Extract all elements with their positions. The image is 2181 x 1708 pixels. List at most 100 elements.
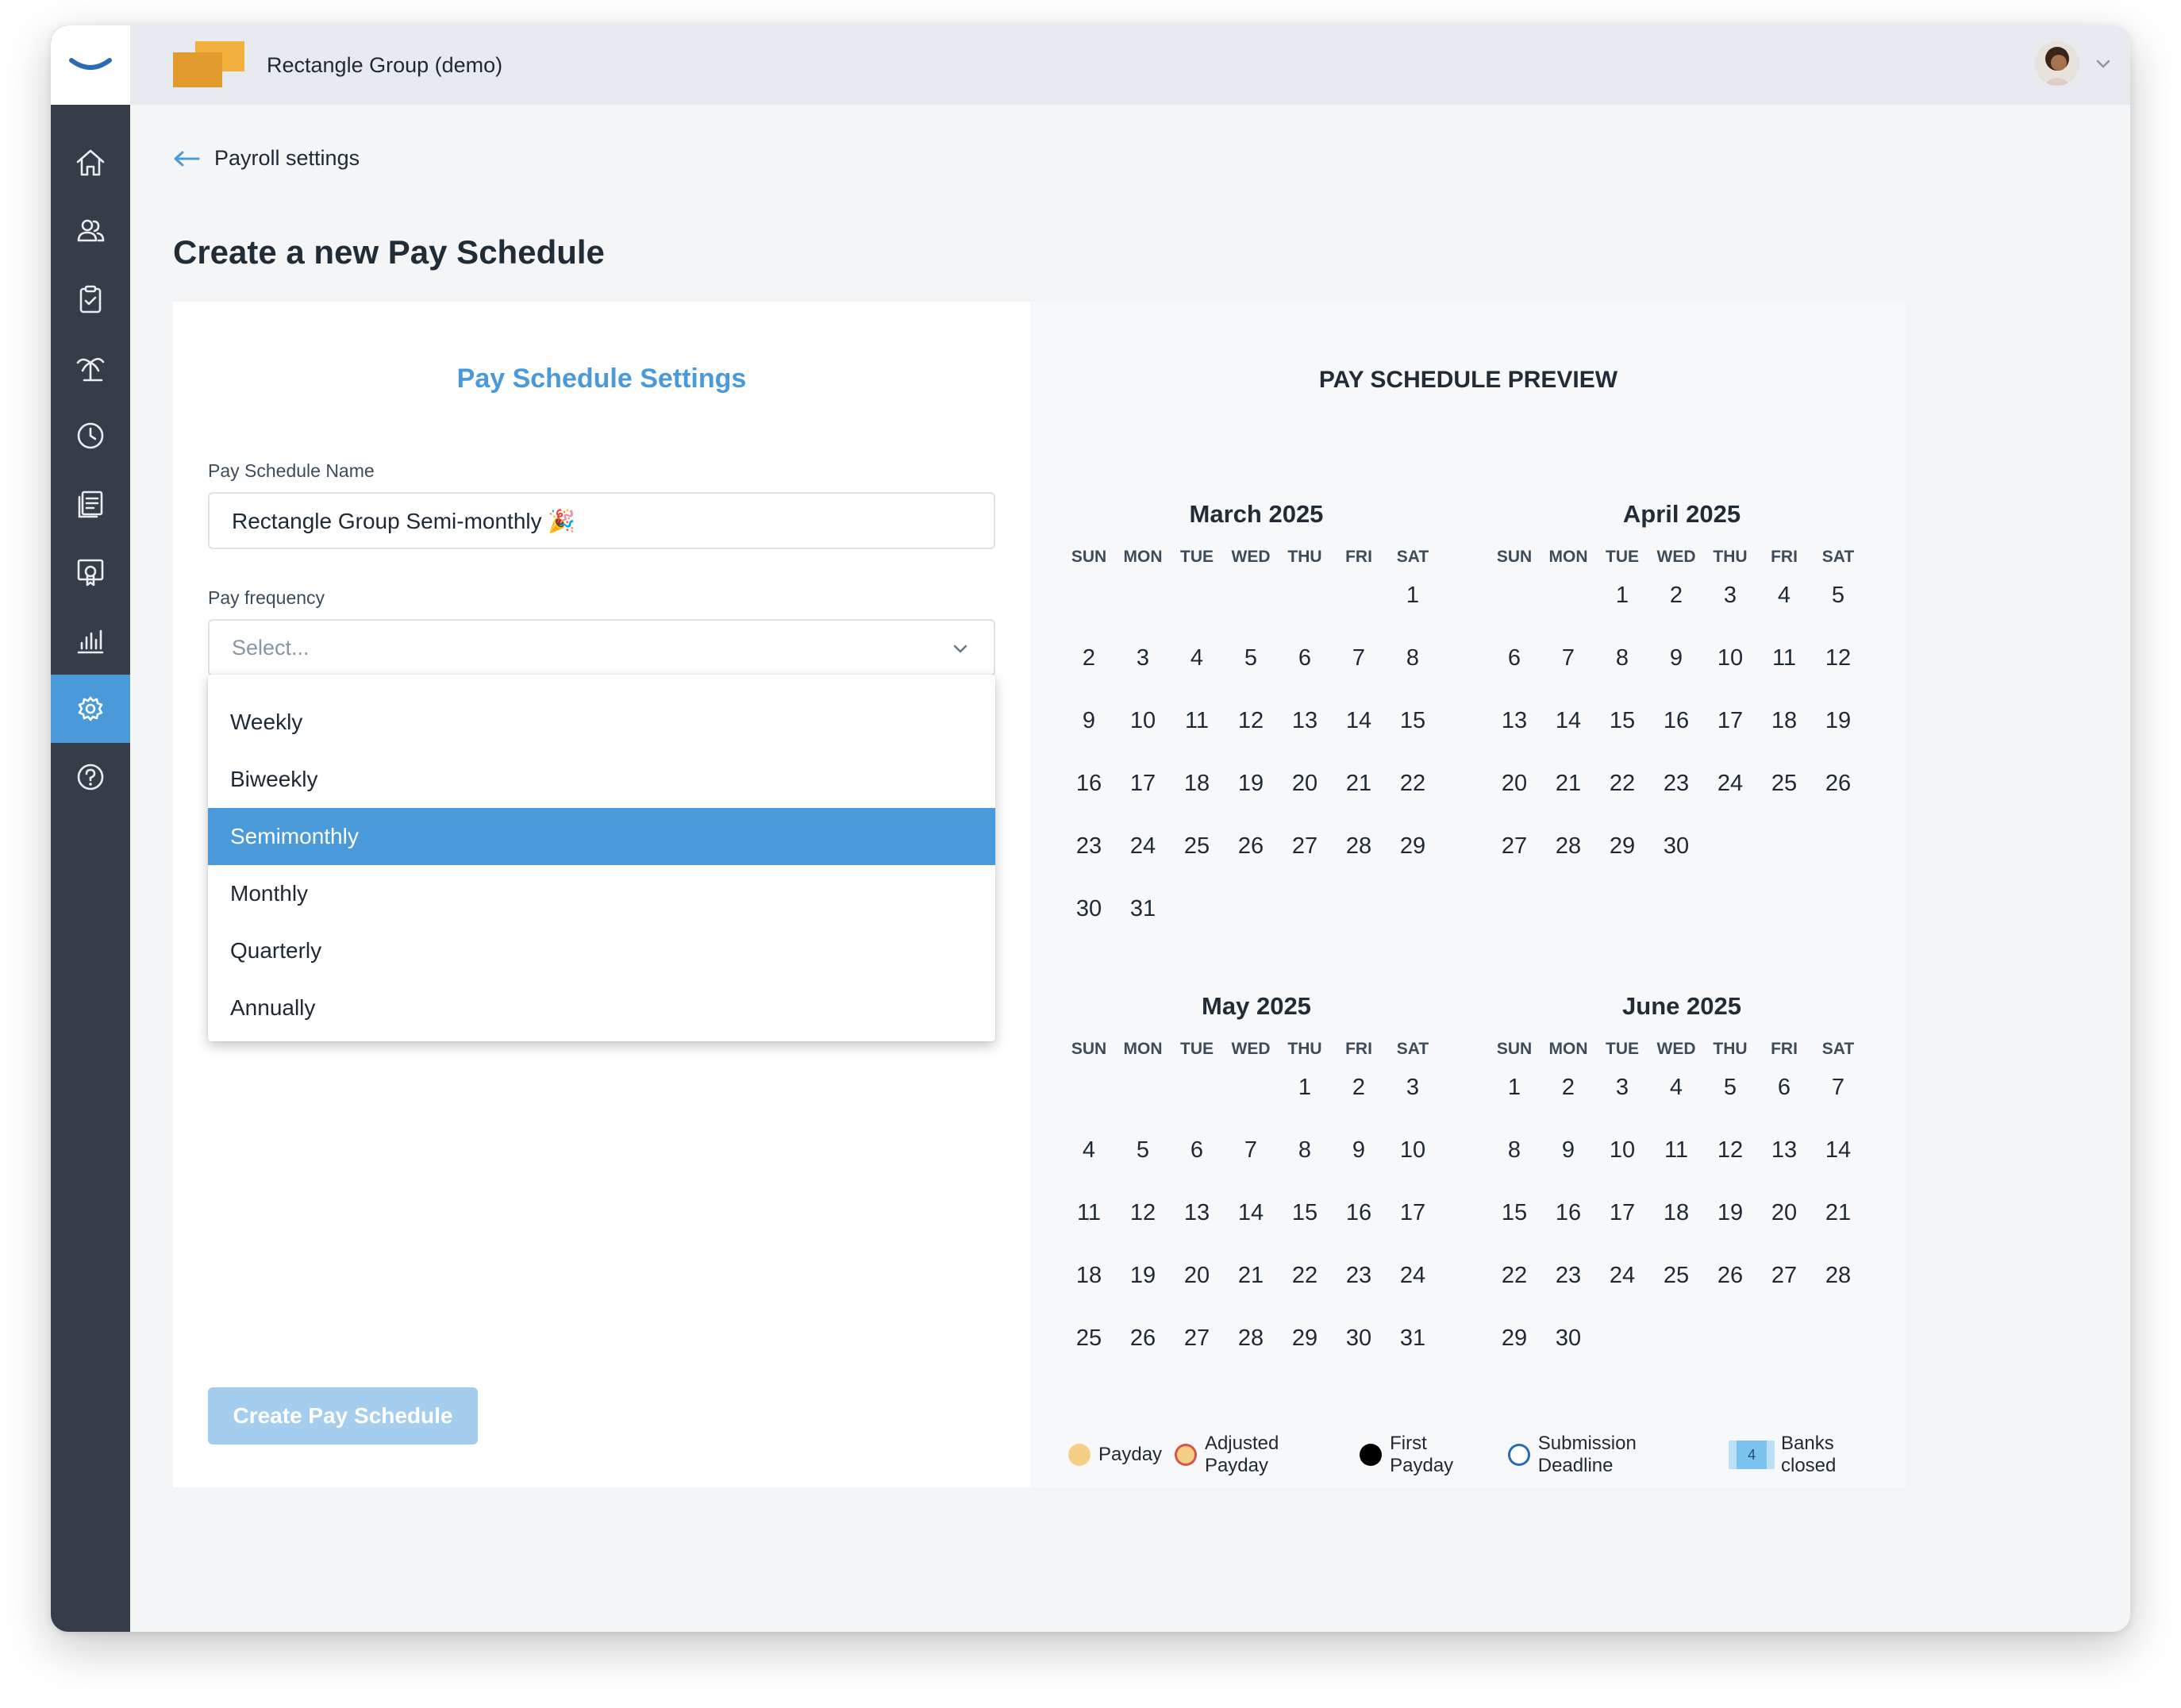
option-monthly[interactable]: Monthly [208,865,995,922]
calendar-day: 10 [1609,1137,1636,1163]
calendar-day: 3 [1406,1075,1420,1100]
sidebar-item-reports[interactable] [51,606,130,675]
option-quarterly[interactable]: Quarterly [208,922,995,979]
calendar-day: 19 [1129,1263,1156,1288]
weekday-header: WED [1231,1040,1271,1058]
calendar-day: 21 [1345,771,1372,796]
calendar-day: 20 [1291,771,1318,796]
calendar-day: 24 [1129,833,1156,859]
calendar-day: 11 [1076,1200,1102,1225]
calendar-day: 17 [1609,1200,1636,1225]
frequency-select[interactable]: Select... [208,619,995,676]
calendar-day: 29 [1609,833,1636,859]
payday-dot-icon [1068,1444,1090,1466]
legend-payday: Payday [1068,1444,1162,1466]
calendar-day: 30 [1345,1325,1372,1351]
weekday-header: WED [1656,548,1696,566]
company-name[interactable]: Rectangle Group (demo) [267,25,502,105]
clock-icon [77,422,104,449]
schedule-name-input[interactable] [208,492,995,549]
banks-closed-swatch: 4 [1729,1441,1775,1469]
calendar-day: 22 [1501,1263,1528,1288]
calendar-day: 12 [1825,645,1852,671]
app-logo[interactable] [51,25,130,105]
calendar-day: 1 [1615,583,1629,608]
calendar-day: 5 [1244,645,1258,671]
option-weekly[interactable]: Weekly [208,694,995,751]
weekday-header: SUN [1496,548,1533,566]
sidebar-item-time[interactable] [51,402,130,470]
calendar-day: 24 [1609,1263,1636,1288]
sidebar-item-documents[interactable] [51,470,130,538]
schedule-name-label: Pay Schedule Name [208,460,375,481]
weekday-header: FRI [1771,548,1798,566]
option-biweekly[interactable]: Biweekly [208,751,995,808]
bar-chart-icon [77,629,104,654]
weekday-header: SUN [1071,1040,1107,1058]
legend-first-label: First Payday [1390,1433,1454,1476]
calendar-day: 11 [1184,708,1210,733]
calendar-day: 24 [1399,1263,1426,1288]
calendar-day: 18 [1183,771,1210,796]
legend-first-payday: First Payday [1360,1433,1495,1477]
adjusted-payday-dot-icon [1175,1444,1197,1466]
breadcrumb[interactable]: Payroll settings [173,146,360,171]
calendar-day: 27 [1291,833,1318,859]
month-title: June 2025 [1622,992,1741,1020]
sidebar-item-training[interactable] [51,538,130,606]
sidebar-item-home[interactable] [51,129,130,197]
sidebar-item-tasks[interactable] [51,265,130,333]
calendar-day: 27 [1183,1325,1210,1351]
help-icon [77,764,104,791]
create-pay-schedule-button[interactable]: Create Pay Schedule [208,1387,478,1444]
chevron-down-icon[interactable] [2094,54,2113,73]
calendar-day: 10 [1399,1137,1426,1163]
certificate-icon [77,559,104,587]
calendar-day: 14 [1555,708,1582,733]
calendar-day: 20 [1183,1263,1210,1288]
sidebar-item-time-off[interactable] [51,333,130,402]
sidebar-item-help[interactable] [51,743,130,811]
top-header: Rectangle Group (demo) [130,25,2130,105]
calendar-day: 15 [1399,708,1426,733]
breadcrumb-label: Payroll settings [214,146,360,170]
calendar-day: 26 [1825,771,1852,796]
calendar-day: 3 [1723,583,1737,608]
calendar-day: 9 [1669,645,1683,671]
weekday-header: SAT [1821,1040,1855,1058]
sidebar-item-people[interactable] [51,197,130,265]
calendar-day: 23 [1345,1263,1372,1288]
arrow-left-icon [174,151,200,166]
weekday-header: FRI [1345,1040,1372,1058]
gear-icon [78,696,103,721]
legend: Payday Adjusted Payday First Payday Subm… [1068,1433,1906,1476]
calendar-day: 13 [1771,1137,1798,1163]
weekday-header: THU [1713,1040,1748,1058]
calendar-day: 16 [1663,708,1690,733]
weekday-header: SUN [1496,1040,1533,1058]
preview-section: PAY SCHEDULE PREVIEW March 2025 SUN MON TUE… [1030,302,1906,1487]
calendar-day: 15 [1501,1200,1528,1225]
calendar-day: 12 [1717,1137,1744,1163]
legend-adjusted-payday: Adjusted Payday [1175,1433,1347,1477]
legend-payday-label: Payday [1098,1444,1163,1465]
calendar-day: 15 [1291,1200,1318,1225]
calendar-day: 2 [1669,583,1683,608]
calendar-day: 6 [1507,645,1521,671]
calendar-day: 19 [1825,708,1852,733]
calendar-day: 11 [1771,645,1797,671]
sidebar-item-settings[interactable] [51,675,130,743]
weekday-header: TUE [1180,548,1214,566]
weekday-header: TUE [1606,1040,1639,1058]
sidebar [51,25,130,1632]
user-avatar-icon [2035,41,2079,86]
calendar-day: 23 [1663,771,1690,796]
calendar-day: 12 [1129,1200,1156,1225]
option-semimonthly[interactable]: Semimonthly [208,808,995,865]
weekday-header: TUE [1606,548,1639,566]
calendar-day: 21 [1555,771,1582,796]
calendar-day: 29 [1501,1325,1528,1351]
option-annually[interactable]: Annually [208,979,995,1037]
avatar[interactable] [2035,41,2079,86]
clipboard-icon [79,285,102,314]
